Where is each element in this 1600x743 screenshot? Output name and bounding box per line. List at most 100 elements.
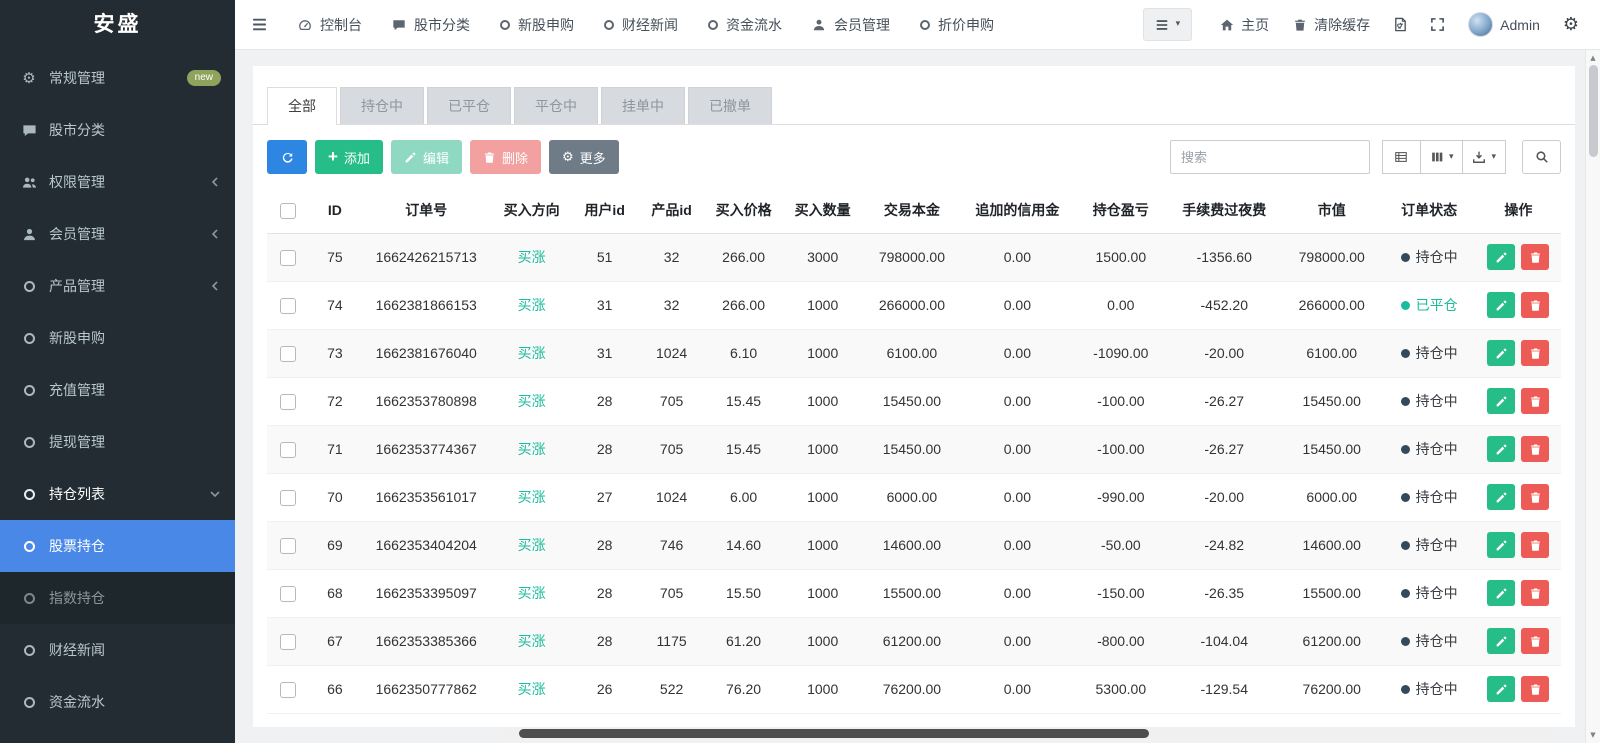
nav-item-market-category[interactable]: 股市分类 — [377, 0, 485, 50]
column-header-pnl[interactable]: 持仓盈亏 — [1074, 188, 1167, 233]
row-checkbox[interactable] — [280, 442, 296, 458]
search-input[interactable] — [1170, 140, 1370, 174]
sidebar-item-fund-flow[interactable]: 资金流水 — [0, 676, 235, 728]
nav-item-discount-ipo[interactable]: 折价申购 — [905, 0, 1009, 50]
delete-button[interactable]: 删除 — [470, 140, 541, 174]
nav-item-ipo[interactable]: 新股申购 — [485, 0, 589, 50]
row-edit-button[interactable] — [1487, 484, 1515, 510]
column-header-product-id[interactable]: 产品id — [638, 188, 705, 233]
row-checkbox[interactable] — [280, 634, 296, 650]
nav-item-fund-flow[interactable]: 资金流水 — [693, 0, 797, 50]
column-header-principal[interactable]: 交易本金 — [863, 188, 960, 233]
sidebar-item-withdraw[interactable]: 提现管理 — [0, 416, 235, 468]
export-dropdown-button[interactable]: ▾ — [1463, 140, 1506, 174]
settings-button[interactable]: ⚙ — [1552, 0, 1590, 50]
column-header-buy-price[interactable]: 买入价格 — [705, 188, 782, 233]
vertical-scrollbar[interactable]: ▲ ▼ — [1585, 50, 1600, 743]
row-edit-button[interactable] — [1487, 292, 1515, 318]
home-link[interactable]: 主页 — [1208, 0, 1281, 50]
row-delete-button[interactable] — [1521, 628, 1549, 654]
row-checkbox[interactable] — [280, 394, 296, 410]
row-delete-button[interactable] — [1521, 436, 1549, 462]
row-delete-button[interactable] — [1521, 244, 1549, 270]
row-edit-button[interactable] — [1487, 388, 1515, 414]
tab-cancelled[interactable]: 已撤单 — [688, 87, 772, 124]
row-checkbox[interactable] — [280, 586, 296, 602]
scroll-up-arrow-icon[interactable]: ▲ — [1590, 50, 1595, 65]
row-delete-button[interactable] — [1521, 340, 1549, 366]
select-all-checkbox[interactable] — [280, 203, 296, 219]
sidebar-item-index-positions[interactable]: 指数持仓 — [0, 572, 235, 624]
sidebar-item-members[interactable]: 会员管理 — [0, 208, 235, 260]
row-edit-button[interactable] — [1487, 436, 1515, 462]
tab-holding[interactable]: 持仓中 — [340, 87, 424, 124]
row-delete-button[interactable] — [1521, 292, 1549, 318]
table-row[interactable]: 691662353404204买涨2874614.60100014600.000… — [267, 521, 1561, 569]
column-header-credit[interactable]: 追加的信用金 — [961, 188, 1075, 233]
column-header-user-id[interactable]: 用户id — [571, 188, 638, 233]
sidebar-item-permissions[interactable]: 权限管理 — [0, 156, 235, 208]
row-edit-button[interactable] — [1487, 244, 1515, 270]
tab-all[interactable]: 全部 — [267, 87, 337, 124]
row-edit-button[interactable] — [1487, 676, 1515, 702]
horizontal-scrollbar-thumb[interactable] — [519, 729, 1149, 738]
tab-pending[interactable]: 挂单中 — [601, 87, 685, 124]
sidebar-item-position-list[interactable]: 持仓列表 — [0, 468, 235, 520]
row-delete-button[interactable] — [1521, 676, 1549, 702]
table-row[interactable]: 741662381866153买涨3132266.001000266000.00… — [267, 281, 1561, 329]
row-edit-button[interactable] — [1487, 628, 1515, 654]
column-header-fees[interactable]: 手续费过夜费 — [1167, 188, 1281, 233]
tab-closing[interactable]: 平仓中 — [514, 87, 598, 124]
sidebar-item-finance-news[interactable]: 财经新闻 — [0, 624, 235, 676]
edit-button[interactable]: 编辑 — [391, 140, 462, 174]
vertical-scrollbar-thumb[interactable] — [1589, 65, 1598, 157]
fullscreen-button[interactable] — [1419, 0, 1456, 50]
row-checkbox[interactable] — [280, 250, 296, 266]
row-delete-button[interactable] — [1521, 580, 1549, 606]
column-header-actions[interactable]: 操作 — [1476, 188, 1561, 233]
row-checkbox[interactable] — [280, 346, 296, 362]
admin-profile-menu[interactable]: Admin — [1456, 0, 1552, 50]
nav-item-members[interactable]: 会员管理 — [797, 0, 905, 50]
nav-item-dashboard[interactable]: 控制台 — [283, 0, 377, 50]
tab-closed[interactable]: 已平仓 — [427, 87, 511, 124]
sidebar-toggle-button[interactable] — [235, 0, 283, 50]
column-header-order-no[interactable]: 订单号 — [360, 188, 492, 233]
table-row[interactable]: 751662426215713买涨5132266.003000798000.00… — [267, 233, 1561, 281]
row-checkbox[interactable] — [280, 298, 296, 314]
search-toggle-button[interactable] — [1522, 140, 1561, 174]
sidebar-item-products[interactable]: 产品管理 — [0, 260, 235, 312]
table-row[interactable]: 721662353780898买涨2870515.45100015450.000… — [267, 377, 1561, 425]
row-delete-button[interactable] — [1521, 484, 1549, 510]
table-row[interactable]: 711662353774367买涨2870515.45100015450.000… — [267, 425, 1561, 473]
table-row[interactable]: 671662353385366买涨28117561.20100061200.00… — [267, 617, 1561, 665]
row-edit-button[interactable] — [1487, 580, 1515, 606]
column-header-direction[interactable]: 买入方向 — [492, 188, 571, 233]
language-button[interactable] — [1382, 0, 1419, 50]
sidebar-item-ipo[interactable]: 新股申购 — [0, 312, 235, 364]
nav-list-dropdown-button[interactable]: ▾ — [1143, 8, 1193, 41]
row-delete-button[interactable] — [1521, 532, 1549, 558]
row-delete-button[interactable] — [1521, 388, 1549, 414]
table-row[interactable]: 731662381676040买涨3110246.1010006100.000.… — [267, 329, 1561, 377]
table-row[interactable]: 701662353561017买涨2710246.0010006000.000.… — [267, 473, 1561, 521]
row-checkbox[interactable] — [280, 538, 296, 554]
scroll-down-arrow-icon[interactable]: ▼ — [1590, 727, 1595, 743]
column-header-status[interactable]: 订单状态 — [1382, 188, 1475, 233]
sidebar-item-stock-positions[interactable]: 股票持仓 — [0, 520, 235, 572]
table-row[interactable]: 661662350777862买涨2652276.20100076200.000… — [267, 665, 1561, 713]
horizontal-scrollbar[interactable] — [503, 728, 1553, 739]
row-checkbox[interactable] — [280, 490, 296, 506]
refresh-button[interactable] — [267, 140, 307, 174]
table-row[interactable]: 681662353395097买涨2870515.50100015500.000… — [267, 569, 1561, 617]
more-button[interactable]: ⚙ 更多 — [549, 140, 619, 174]
column-header-id[interactable]: ID — [310, 188, 361, 233]
sidebar-item-general[interactable]: ⚙常规管理new — [0, 52, 235, 104]
clear-cache-link[interactable]: 清除缓存 — [1281, 0, 1382, 50]
sidebar-item-market-category[interactable]: 股市分类 — [0, 104, 235, 156]
column-header-market-value[interactable]: 市值 — [1281, 188, 1382, 233]
columns-dropdown-button[interactable]: ▾ — [1421, 140, 1464, 174]
row-checkbox[interactable] — [280, 682, 296, 698]
add-button[interactable]: + 添加 — [315, 140, 383, 174]
toggle-view-button[interactable] — [1382, 140, 1421, 174]
